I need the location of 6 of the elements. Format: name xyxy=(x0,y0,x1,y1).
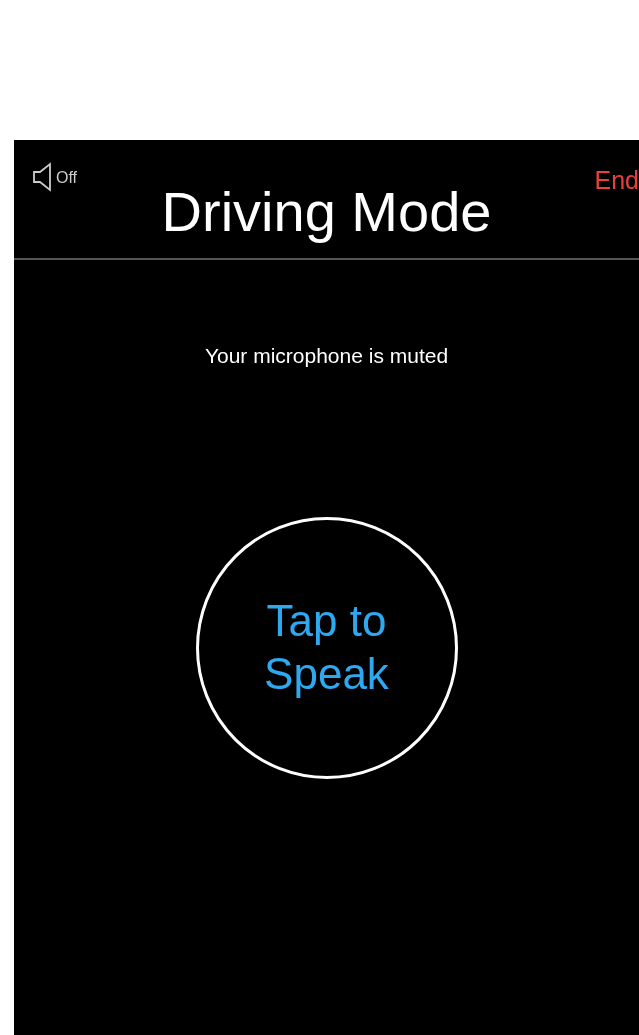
page-title: Driving Mode xyxy=(161,179,492,245)
speaker-label: Off xyxy=(56,170,78,186)
end-button[interactable]: End xyxy=(594,168,639,193)
speaker-icon[interactable] xyxy=(32,162,52,192)
speak-button[interactable]: Tap to Speak xyxy=(195,516,458,779)
status-message: Your microphone is muted xyxy=(203,343,450,369)
